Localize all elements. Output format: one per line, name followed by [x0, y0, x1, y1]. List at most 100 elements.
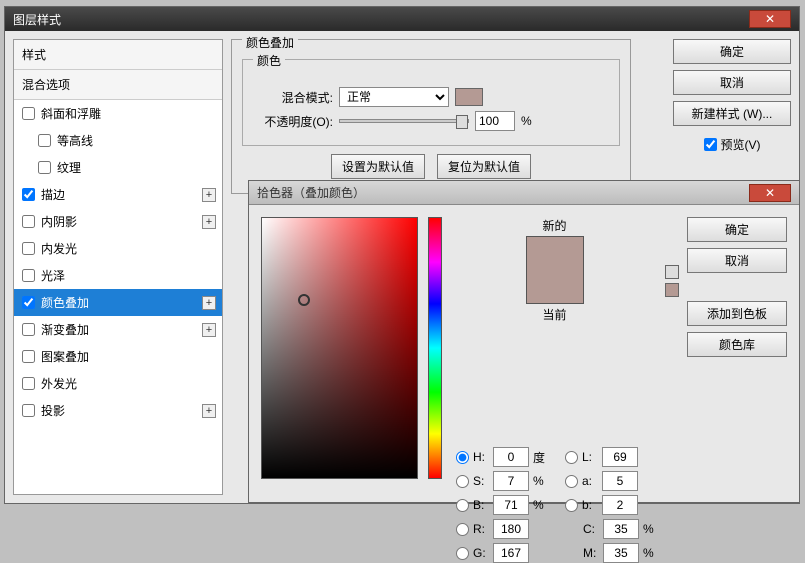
sidebar-item-label: 描边 — [41, 186, 65, 203]
main-button-column: 确定 取消 新建样式 (W)... 预览(V) — [673, 39, 791, 153]
b-radio[interactable] — [456, 499, 469, 512]
a-input[interactable] — [602, 471, 638, 491]
close-icon[interactable]: ✕ — [749, 10, 791, 28]
r-label: R: — [473, 522, 489, 536]
color-lib-button[interactable]: 颜色库 — [687, 332, 787, 357]
overlay-color-swatch[interactable] — [455, 88, 483, 106]
sidebar-item-3[interactable]: 描边 + — [14, 181, 222, 208]
effect-checkbox[interactable] — [22, 242, 35, 255]
hue-strip[interactable] — [428, 217, 442, 479]
picker-ok-button[interactable]: 确定 — [687, 217, 787, 242]
lab-b-label: b: — [582, 498, 598, 512]
preview-row: 预览(V) — [673, 136, 791, 153]
sidebar-item-8[interactable]: 渐变叠加+ — [14, 316, 222, 343]
new-label: 新的 — [542, 217, 566, 234]
effect-checkbox[interactable] — [22, 350, 35, 363]
s-radio[interactable] — [456, 475, 469, 488]
r-radio[interactable] — [456, 523, 469, 536]
opacity-slider[interactable] — [339, 119, 469, 123]
sidebar-item-label: 外发光 — [41, 375, 77, 392]
opacity-label: 不透明度(O): — [253, 113, 333, 130]
a-radio[interactable] — [565, 475, 578, 488]
effect-checkbox[interactable] — [22, 296, 35, 309]
plus-icon[interactable]: + — [202, 404, 216, 418]
sidebar-item-label: 等高线 — [57, 132, 93, 149]
l-input[interactable] — [602, 447, 638, 467]
cube-icon[interactable] — [665, 265, 679, 279]
c-input[interactable] — [603, 519, 639, 539]
plus-icon[interactable]: + — [202, 323, 216, 337]
picker-right: 新的 当前 H:度 S:% B:% R: G: — [452, 217, 787, 490]
cancel-button[interactable]: 取消 — [673, 70, 791, 95]
picker-titlebar: 拾色器（叠加颜色） ✕ — [249, 181, 799, 205]
effect-checkbox[interactable] — [22, 269, 35, 282]
h-radio[interactable] — [456, 451, 469, 464]
plus-icon[interactable]: + — [202, 296, 216, 310]
s-input[interactable] — [493, 471, 529, 491]
ok-button[interactable]: 确定 — [673, 39, 791, 64]
sidebar-item-10[interactable]: 外发光 — [14, 370, 222, 397]
add-swatch-button[interactable]: 添加到色板 — [687, 301, 787, 326]
picker-button-column: 确定 取消 添加到色板 颜色库 — [687, 217, 787, 490]
percent-label: % — [521, 114, 532, 128]
sidebar-header-blend[interactable]: 混合选项 — [14, 70, 222, 100]
sidebar-item-label: 斜面和浮雕 — [41, 105, 101, 122]
reset-default-button[interactable]: 复位为默认值 — [437, 154, 531, 179]
sidebar-item-label: 内阴影 — [41, 213, 77, 230]
effect-checkbox[interactable] — [22, 188, 35, 201]
m-input[interactable] — [603, 543, 639, 563]
picker-close-icon[interactable]: ✕ — [749, 184, 791, 202]
effect-checkbox[interactable] — [22, 377, 35, 390]
new-style-button[interactable]: 新建样式 (W)... — [673, 101, 791, 126]
r-input[interactable] — [493, 519, 529, 539]
b-input[interactable] — [493, 495, 529, 515]
sidebar-item-7[interactable]: 颜色叠加+ — [14, 289, 222, 316]
sidebar-item-5[interactable]: 内发光 — [14, 235, 222, 262]
preview-column: 新的 当前 — [452, 217, 657, 323]
g-radio[interactable] — [456, 547, 469, 560]
effect-checkbox[interactable] — [22, 215, 35, 228]
sidebar-item-11[interactable]: 投影 + — [14, 397, 222, 424]
mini-swatch[interactable] — [665, 283, 679, 297]
sidebar-item-label: 纹理 — [57, 159, 81, 176]
plus-icon[interactable]: + — [202, 188, 216, 202]
color-inner-fieldset: 颜色 混合模式: 正常 不透明度(O): % — [242, 59, 620, 146]
effect-checkbox[interactable] — [38, 161, 51, 174]
b-label: B: — [473, 498, 489, 512]
g-input[interactable] — [493, 543, 529, 563]
color-picker-window: 拾色器（叠加颜色） ✕ 新的 当前 H:度 S:% — [248, 180, 800, 503]
l-label: L: — [582, 450, 598, 464]
effect-checkbox[interactable] — [38, 134, 51, 147]
opacity-input[interactable] — [475, 111, 515, 131]
blend-mode-select[interactable]: 正常 — [339, 87, 449, 107]
h-input[interactable] — [493, 447, 529, 467]
sidebar-item-label: 投影 — [41, 402, 65, 419]
effect-checkbox[interactable] — [22, 323, 35, 336]
sidebar-header-styles[interactable]: 样式 — [14, 40, 222, 70]
slider-thumb[interactable] — [456, 115, 468, 129]
color-field[interactable] — [261, 217, 418, 479]
sidebar-item-2[interactable]: 纹理 — [14, 154, 222, 181]
l-radio[interactable] — [565, 451, 578, 464]
sidebar-item-0[interactable]: 斜面和浮雕 — [14, 100, 222, 127]
sidebar-item-9[interactable]: 图案叠加 — [14, 343, 222, 370]
style-sidebar: 样式 混合选项 斜面和浮雕等高线纹理描边 + 内阴影 + 内发光光泽颜色叠加+渐变叠加+… — [13, 39, 223, 495]
effect-checkbox[interactable] — [22, 404, 35, 417]
set-default-button[interactable]: 设置为默认值 — [331, 154, 425, 179]
sidebar-item-label: 光泽 — [41, 267, 65, 284]
c-label: C: — [583, 522, 599, 536]
color-cursor[interactable] — [298, 294, 310, 306]
a-label: a: — [582, 474, 598, 488]
lab-b-input[interactable] — [602, 495, 638, 515]
effect-checkbox[interactable] — [22, 107, 35, 120]
sidebar-item-6[interactable]: 光泽 — [14, 262, 222, 289]
h-label: H: — [473, 450, 489, 464]
sidebar-item-1[interactable]: 等高线 — [14, 127, 222, 154]
picker-cancel-button[interactable]: 取消 — [687, 248, 787, 273]
blend-mode-label: 混合模式: — [253, 89, 333, 106]
sidebar-item-4[interactable]: 内阴影 + — [14, 208, 222, 235]
lab-b-radio[interactable] — [565, 499, 578, 512]
preview-checkbox[interactable] — [704, 138, 717, 151]
picker-title: 拾色器（叠加颜色） — [257, 184, 365, 201]
plus-icon[interactable]: + — [202, 215, 216, 229]
